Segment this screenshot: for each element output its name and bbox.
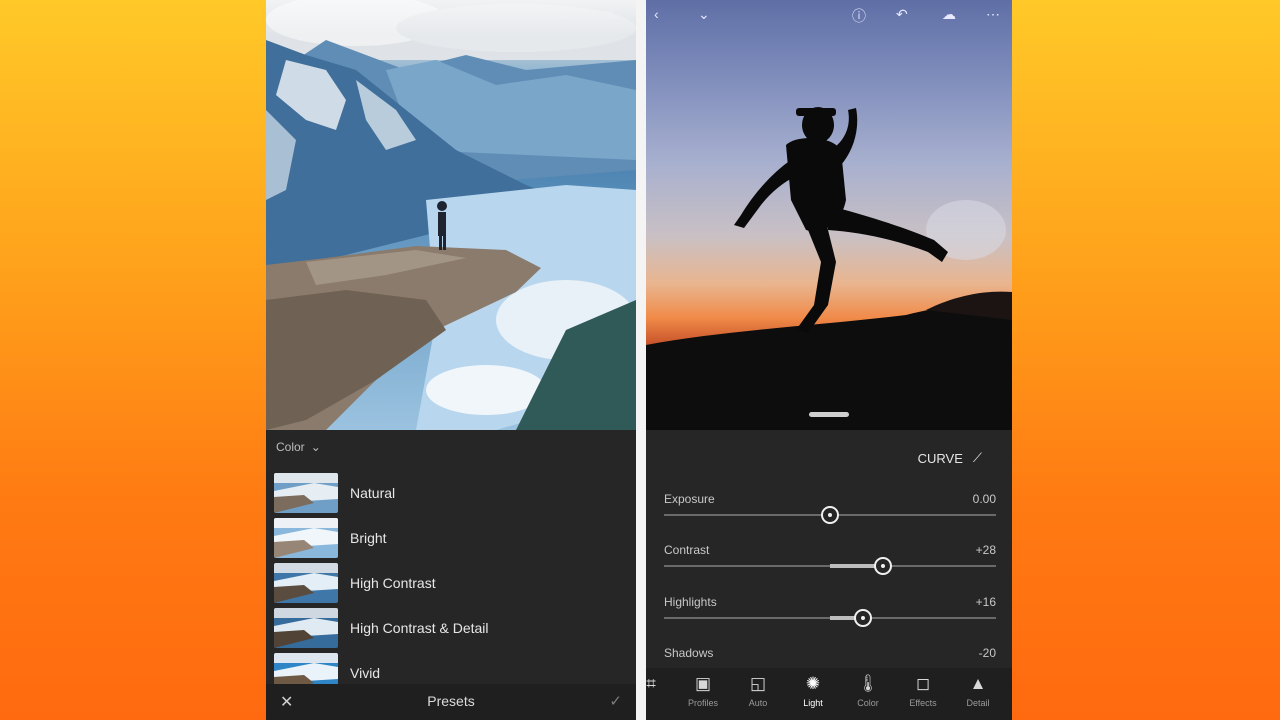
panel-divider [636,0,646,720]
info-icon[interactable]: ⓘ [852,6,866,26]
top-bar-overlay [266,0,636,36]
effects-icon: ◻ [915,674,931,693]
phone-screen-right: ‹ ⌄ ⓘ ↶ ☁ ⋯ CURVE ⟋ Exposure 0.00 Contra… [646,0,1012,720]
slider-value: -20 [978,646,996,660]
mountain-photo-art [266,0,636,430]
preset-thumbnail [274,472,338,513]
auto-icon: ◱ [749,674,767,693]
tool-auto[interactable]: ◱ Auto [733,674,783,708]
silhouette-photo-art [646,107,1012,430]
tool-label: Auto [748,698,768,708]
check-icon[interactable]: ✓ [609,692,622,710]
panel-drag-handle[interactable] [809,412,849,417]
slider-thumb[interactable] [854,609,873,627]
tag-icon[interactable]: ⌗ [562,6,570,23]
edit-toolbar: ⌗ ▣ Profiles ◱ Auto ✺ Light 🌡 Color ◻ Ef… [646,668,1012,720]
preset-thumbnail [274,607,338,648]
preset-label: Vivid [350,664,381,681]
preset-item-high-contrast-detail[interactable]: High Contrast & Detail [274,605,634,650]
preset-group-selector[interactable]: Color ⌄ [276,440,321,454]
phone-screen-left: ⌗ ≡ Color ⌄ Natural Bright High Contrast [266,0,636,720]
more-icon[interactable]: ⋯ [986,6,1000,23]
tool-effects[interactable]: ◻ Effects [898,674,948,708]
slider-label: Shadows [664,646,714,660]
crop-icon: ⌗ [646,674,656,693]
curve-label: CURVE [917,450,963,466]
slider-label: Exposure [664,492,715,506]
slider-value: +28 [975,543,996,557]
preset-item-natural[interactable]: Natural [274,470,634,515]
preset-item-bright[interactable]: Bright [274,515,634,560]
preset-label: Bright [350,529,387,546]
tool-light[interactable]: ✺ Light [788,674,838,708]
slider-thumb[interactable] [821,506,839,524]
preset-item-high-contrast[interactable]: High Contrast [274,560,634,605]
preset-list: Natural Bright High Contrast High Contra… [274,470,634,695]
curve-icon: ⟋ [972,450,982,465]
color-icon: 🌡 [857,674,879,693]
preset-thumbnail [274,562,338,603]
preset-group-label: Color [276,440,305,454]
curve-button[interactable]: CURVE ⟋ [918,450,982,466]
back-icon[interactable]: ‹ [654,6,659,22]
tool-profiles[interactable]: ▣ Profiles [678,674,728,708]
slider-thumb[interactable] [874,557,893,575]
preset-label: High Contrast [350,574,436,591]
profiles-icon: ▣ [694,674,712,693]
slider-value: 0.00 [972,492,996,506]
slider-label: Contrast [664,543,710,557]
chevron-down-icon: ⌄ [310,440,321,454]
tool-detail[interactable]: ▲ Detail [953,674,1003,708]
tool-label: Detail [966,698,990,708]
tool-label: Profiles [687,698,718,708]
slider-value: +16 [975,595,996,609]
light-icon: ✺ [805,674,821,693]
mountain-photo: ⌗ ≡ [266,0,636,430]
preset-thumbnail [274,517,338,558]
preset-footer-bar: ✕ Presets ✓ [266,684,636,720]
menu-icon[interactable]: ≡ [606,6,614,22]
preset-footer-title: Presets [427,693,475,709]
tool-color[interactable]: 🌡 Color [843,674,893,708]
cloud-icon[interactable]: ☁ [942,6,956,23]
album-icon[interactable]: ⌄ [698,6,710,23]
undo-icon[interactable]: ↶ [896,6,908,23]
tool-label: Color [857,698,879,708]
slider-label: Highlights [664,595,717,609]
tool-label: Effects [909,698,937,708]
preset-label: High Contrast & Detail [350,619,489,636]
tool-label: Light [803,698,823,708]
preset-label: Natural [350,484,396,501]
detail-icon: ▲ [969,674,987,693]
tool-partial[interactable]: ⌗ [646,674,676,694]
silhouette-photo: ‹ ⌄ ⓘ ↶ ☁ ⋯ [646,0,1012,430]
